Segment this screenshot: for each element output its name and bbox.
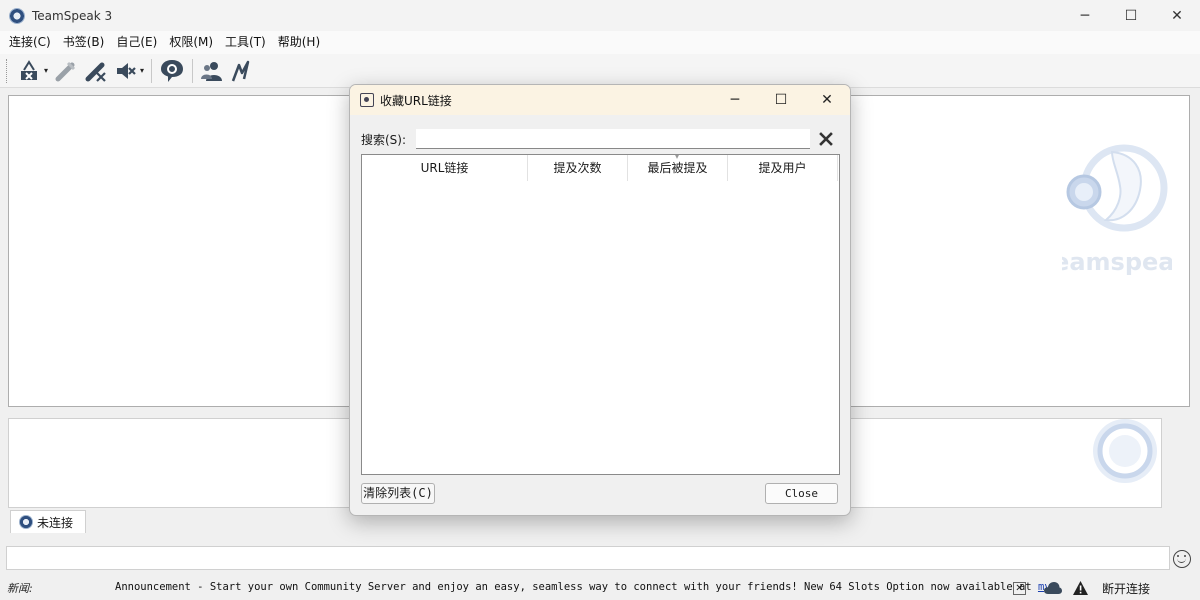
away-button[interactable] <box>227 57 255 85</box>
close-button[interactable]: ✕ <box>1154 0 1200 31</box>
camera-icon <box>360 93 374 107</box>
news-close-button[interactable]: ✕ <box>1013 582 1026 595</box>
main-titlebar: TeamSpeak 3 ─ ☐ ✕ <box>0 0 1200 31</box>
clear-list-button[interactable]: 清除列表(C) <box>361 483 435 504</box>
table-header: URL链接 提及次数 ▾ 最后被提及 提及用户 <box>362 152 839 181</box>
dialog-titlebar[interactable]: 收藏URL链接 ─ ☐ ✕ <box>350 85 850 115</box>
contacts-button[interactable] <box>197 57 227 85</box>
dialog-maximize-button[interactable]: ☐ <box>758 85 804 115</box>
emoji-icon[interactable] <box>1173 550 1191 568</box>
mute-speaker-icon <box>117 62 136 79</box>
search-row: 搜索(S): <box>361 129 841 149</box>
teamspeak-chat-watermark <box>1093 419 1157 483</box>
maximize-button[interactable]: ☐ <box>1108 0 1154 31</box>
away-icon <box>231 60 250 81</box>
dialog-title: 收藏URL链接 <box>380 93 452 108</box>
cloud-sync-icon[interactable] <box>1044 582 1062 595</box>
toolbar-separator <box>151 58 153 83</box>
column-header-mention-count[interactable]: 提及次数 <box>528 155 628 181</box>
contacts-icon <box>201 61 223 81</box>
disconnect-dropdown-caret[interactable]: ▾ <box>44 66 48 75</box>
toolbar: ▾ ▾ <box>0 54 1200 88</box>
dialog-close-button[interactable]: ✕ <box>804 85 850 115</box>
teamspeak-watermark-logo: teamspeak <box>1062 144 1172 276</box>
window-controls: ─ ☐ ✕ <box>1062 0 1200 31</box>
clear-search-icon[interactable] <box>818 131 834 147</box>
search-input[interactable] <box>416 129 810 149</box>
server-status-icon <box>19 515 33 529</box>
status-bar: 新闻: Announcement - Start your own Commun… <box>0 576 1200 600</box>
app-title: TeamSpeak 3 <box>32 8 113 23</box>
menu-tools[interactable]: 工具(T) <box>219 31 272 54</box>
warning-icon[interactable] <box>1073 581 1088 595</box>
bookmark-icon <box>55 61 76 81</box>
url-catcher-dialog: 收藏URL链接 ─ ☐ ✕ 搜索(S): URL链接 提及次数 ▾ 最后被提及 … <box>349 84 851 516</box>
teamspeak-watermark-text: teamspeak <box>1062 248 1172 276</box>
column-header-last-mentioned[interactable]: ▾ 最后被提及 <box>628 152 728 181</box>
menu-permissions[interactable]: 权限(M) <box>163 31 219 54</box>
menu-help[interactable]: 帮助(H) <box>272 31 326 54</box>
chat-bubble-icon <box>161 59 184 82</box>
url-table[interactable]: URL链接 提及次数 ▾ 最后被提及 提及用户 <box>361 152 840 475</box>
column-header-mentioned-by[interactable]: 提及用户 <box>728 155 838 181</box>
disconnect-icon <box>21 59 37 80</box>
teamspeak-logo-icon <box>9 7 25 24</box>
server-tab-label: 未连接 <box>37 515 74 530</box>
toolbar-grip[interactable] <box>6 58 9 83</box>
menu-self[interactable]: 自己(E) <box>110 31 163 54</box>
server-tab[interactable]: 未连接 <box>10 510 86 533</box>
disconnect-button[interactable]: ▾ <box>15 57 51 85</box>
news-text: Announcement - Start your own Community … <box>115 581 1038 593</box>
dialog-close-text-button[interactable]: Close <box>765 483 838 504</box>
search-label: 搜索(S): <box>361 133 407 147</box>
news-ticker: Announcement - Start your own Community … <box>115 581 1051 593</box>
column-header-url[interactable]: URL链接 <box>362 155 528 181</box>
column-header-last-mentioned-label: 最后被提及 <box>647 161 708 175</box>
toolbar-separator <box>192 58 194 83</box>
sort-indicator-icon: ▾ <box>675 152 680 161</box>
chat-button[interactable] <box>156 57 188 85</box>
speaker-dropdown-caret[interactable]: ▾ <box>140 66 144 75</box>
minimize-button[interactable]: ─ <box>1062 0 1108 31</box>
connection-status: 断开连接 <box>1102 582 1151 596</box>
chat-input[interactable] <box>6 546 1170 570</box>
menu-bookmarks[interactable]: 书签(B) <box>57 31 111 54</box>
dialog-controls: ─ ☐ ✕ <box>712 85 850 115</box>
mute-speaker-button[interactable]: ▾ <box>111 57 147 85</box>
news-label: 新闻: <box>7 582 33 595</box>
mute-mic-icon <box>85 62 106 82</box>
dialog-minimize-button[interactable]: ─ <box>712 85 758 115</box>
mute-mic-button[interactable] <box>81 57 111 85</box>
bookmark-button[interactable] <box>51 57 81 85</box>
menu-connections[interactable]: 连接(C) <box>3 31 57 54</box>
menu-bar: 连接(C) 书签(B) 自己(E) 权限(M) 工具(T) 帮助(H) <box>0 31 1200 54</box>
